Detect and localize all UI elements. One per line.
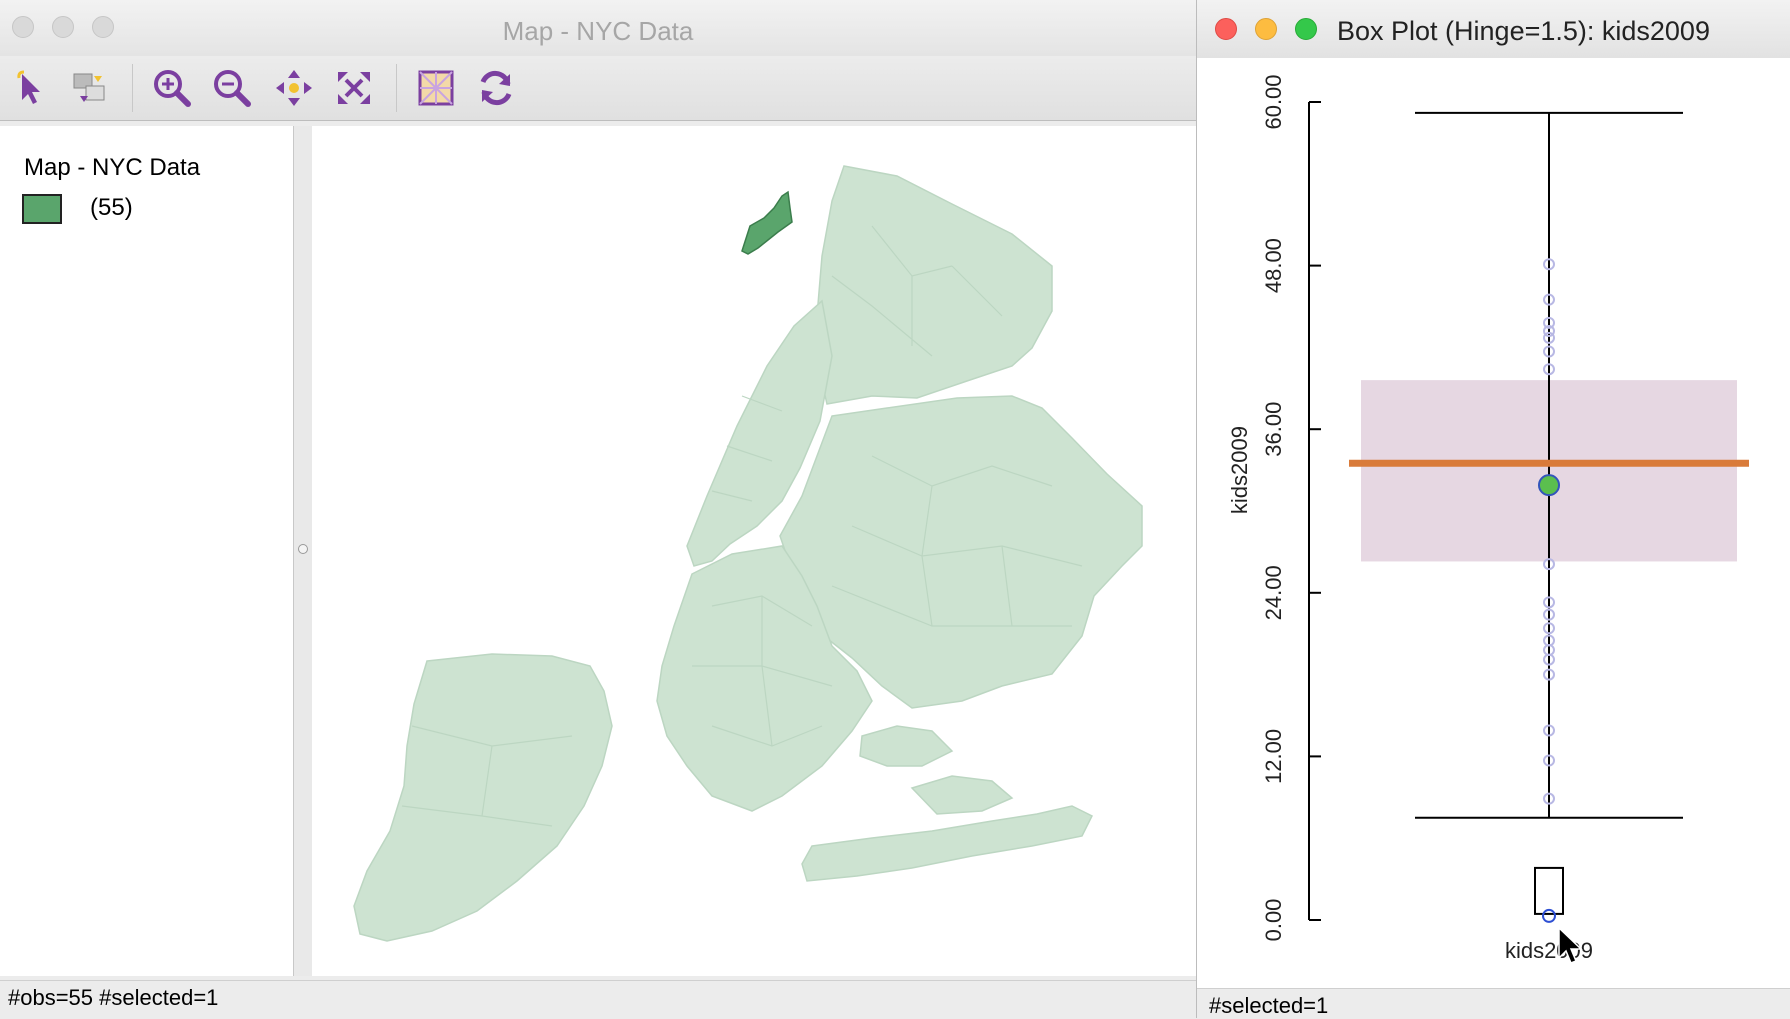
y-axis-label: kids2009 <box>1227 426 1252 514</box>
map-titlebar[interactable]: Map - NYC Data <box>0 0 1196 57</box>
boxplot-statusbar: #selected=1 <box>1197 988 1790 1019</box>
map-statusbar: #obs=55 #selected=1 <box>0 980 1196 1019</box>
y-tick-label: 36.00 <box>1261 402 1286 457</box>
fit-extent-icon[interactable] <box>332 66 376 110</box>
boxplot-titlebar[interactable]: Box Plot (Hinge=1.5): kids2009 <box>1197 0 1790 59</box>
map-window: Map - NYC Data Map - NYC Data (55) #obs=… <box>0 0 1196 1019</box>
refresh-icon[interactable] <box>474 66 518 110</box>
zoom-button[interactable] <box>1295 18 1317 40</box>
y-tick-label: 24.00 <box>1261 565 1286 620</box>
map-canvas[interactable] <box>312 126 1196 976</box>
boxplot-canvas[interactable]: 0.00 12.00 24.00 36.00 48.00 60.00 kids2009 k… <box>1197 58 1790 988</box>
legend-swatch[interactable] <box>22 194 62 224</box>
map-toolbar <box>0 56 1196 121</box>
y-tick-label: 0.00 <box>1261 899 1286 942</box>
x-axis-label: kids2009 <box>1505 938 1593 963</box>
select-toggle-icon[interactable] <box>68 66 112 110</box>
boxplot-window: Box Plot (Hinge=1.5): kids2009 0.00 12.00… <box>1196 0 1790 1019</box>
map-region-staten-island[interactable] <box>353 653 613 942</box>
y-axis: 0.00 12.00 24.00 36.00 48.00 60.00 <box>1261 74 1321 941</box>
boxplot-chart[interactable]: 0.00 12.00 24.00 36.00 48.00 60.00 kids2009 k… <box>1197 58 1790 988</box>
map-status-text: #obs=55 #selected=1 <box>8 985 219 1010</box>
zoom-in-icon[interactable] <box>150 66 194 110</box>
boxplot-status-text: #selected=1 <box>1209 993 1329 1018</box>
window-title: Box Plot (Hinge=1.5): kids2009 <box>1337 16 1710 46</box>
legend-title: Map - NYC Data <box>24 154 201 181</box>
pane-splitter[interactable] <box>294 126 312 976</box>
zoom-out-icon[interactable] <box>210 66 254 110</box>
basemap-icon[interactable] <box>414 66 458 110</box>
select-icon[interactable] <box>10 66 54 110</box>
plot-marks <box>1349 111 1749 923</box>
nyc-map[interactable] <box>312 126 1196 976</box>
close-button[interactable] <box>1215 18 1237 40</box>
window-title: Map - NYC Data <box>502 16 694 46</box>
legend-count: (55) <box>90 194 133 221</box>
y-tick-label: 12.00 <box>1261 729 1286 784</box>
splitter-handle[interactable] <box>298 544 308 554</box>
outlier-box[interactable] <box>1534 866 1564 915</box>
selected-tract[interactable] <box>741 190 793 255</box>
y-tick-label: 48.00 <box>1261 238 1286 293</box>
map-region-rockaway[interactable] <box>801 805 1094 882</box>
y-tick-label: 60.00 <box>1261 74 1286 129</box>
pan-icon[interactable] <box>272 66 316 110</box>
mean-marker <box>1538 474 1560 497</box>
map-region-bronx[interactable] <box>816 165 1053 405</box>
minimize-button[interactable] <box>1255 18 1277 40</box>
legend-pane: Map - NYC Data (55) <box>0 126 294 976</box>
